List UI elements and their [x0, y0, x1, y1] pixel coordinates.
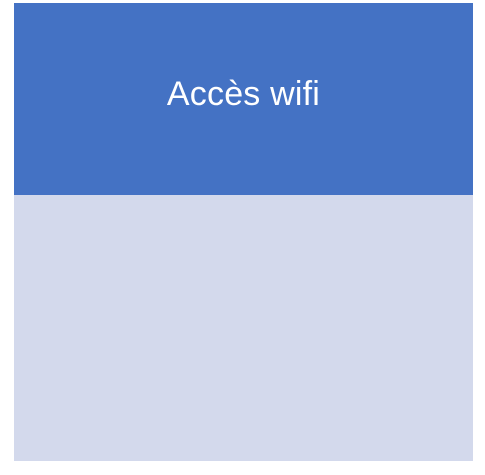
- card-header: Accès wifi: [14, 3, 473, 195]
- card-title: Accès wifi: [166, 74, 321, 113]
- card-body: [14, 195, 473, 461]
- wifi-access-card: Accès wifi: [14, 3, 473, 461]
